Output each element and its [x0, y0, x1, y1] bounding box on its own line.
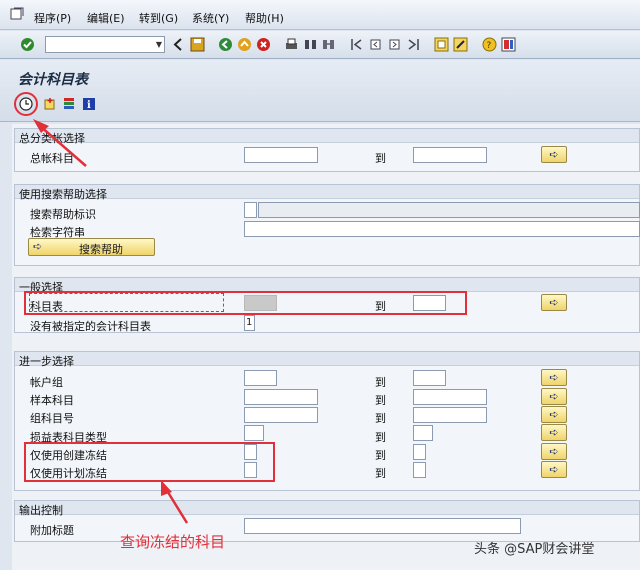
pl-statement-account-type-multiple-selection-button[interactable]: ➪	[541, 424, 567, 441]
back-icon[interactable]	[171, 37, 186, 52]
group-account-number-label: 组科目号	[30, 412, 74, 425]
search-help-id-description	[258, 202, 640, 218]
command-field[interactable]: ▼	[45, 36, 165, 53]
info-icon[interactable]: i	[82, 97, 96, 111]
search-help-id-input[interactable]	[244, 202, 257, 218]
account-group-to-label: 到	[375, 376, 386, 389]
variant-icon[interactable]	[43, 97, 57, 111]
group-title: 进一步选择	[19, 355, 74, 368]
new-session-icon[interactable]	[434, 37, 449, 52]
prev-page-icon[interactable]	[368, 37, 383, 52]
account-group-from-input[interactable]	[244, 370, 277, 386]
watermark: 头条 @SAP财会讲堂	[474, 542, 595, 557]
group-title: 使用搜索帮助选择	[19, 188, 107, 201]
group-account-number-from-input[interactable]	[244, 407, 318, 423]
gl-account-multiple-selection-button[interactable]: ➪	[541, 146, 567, 163]
gl-account-to-input[interactable]	[413, 147, 487, 163]
search-help-button-label: 搜索帮助	[79, 243, 123, 256]
menu-edit[interactable]: 编辑(E)	[87, 10, 125, 26]
page-title: 会计科目表	[18, 72, 88, 88]
account-group-multiple-selection-button[interactable]: ➪	[541, 369, 567, 386]
blocked-for-creation-multiple-selection-button[interactable]: ➪	[541, 443, 567, 460]
blocked-for-planning-to-label: 到	[375, 467, 386, 480]
sample-account-to-label: 到	[375, 394, 386, 407]
search-help-id-label: 搜索帮助标识	[30, 208, 96, 221]
account-group-label: 帐户组	[30, 376, 63, 389]
blocked-for-creation-to-input[interactable]	[413, 444, 426, 460]
title-area: 会计科目表	[0, 60, 640, 122]
find-next-icon[interactable]	[321, 37, 336, 52]
exit-icon[interactable]	[237, 37, 252, 52]
additional-heading-input[interactable]	[244, 518, 521, 534]
menu-help[interactable]: 帮助(H)	[245, 10, 284, 26]
blocked-for-planning-multiple-selection-button[interactable]: ➪	[541, 461, 567, 478]
group-header	[15, 185, 639, 199]
sample-account-multiple-selection-button[interactable]: ➪	[541, 388, 567, 405]
search-string-input[interactable]	[244, 221, 640, 237]
gl-account-to-label: 到	[375, 152, 386, 165]
system-toolbar: ▼ ?	[0, 31, 640, 59]
group-account-number-multiple-selection-button[interactable]: ➪	[541, 406, 567, 423]
group-header	[15, 129, 639, 143]
pl-statement-account-type-to-input[interactable]	[413, 425, 433, 441]
selection-options-icon[interactable]	[62, 97, 76, 111]
account-group-to-input[interactable]	[413, 370, 446, 386]
group-header	[15, 501, 639, 515]
gl-account-label: 总帐科目	[30, 152, 74, 165]
menu-goto[interactable]: 转到(G)	[139, 10, 178, 26]
sample-account-label: 样本科目	[30, 394, 74, 407]
nav-back-icon[interactable]	[218, 37, 233, 52]
chart-of-accounts-multiple-selection-button[interactable]: ➪	[541, 294, 567, 311]
dropdown-arrow-icon[interactable]: ▼	[156, 40, 162, 49]
blocked-for-planning-to-input[interactable]	[413, 462, 426, 478]
svg-text:i: i	[87, 100, 91, 111]
shortcut-icon[interactable]	[453, 37, 468, 52]
layout-icon[interactable]	[501, 37, 516, 52]
first-page-icon[interactable]	[349, 37, 364, 52]
blocked-for-creation-to-label: 到	[375, 449, 386, 462]
group-title: 输出控制	[19, 504, 63, 517]
group-header	[15, 352, 639, 366]
coa-label-dashed-box	[29, 293, 224, 312]
sample-account-from-input[interactable]	[244, 389, 318, 405]
svg-text:?: ?	[487, 41, 492, 51]
find-icon[interactable]	[303, 37, 318, 52]
group-header	[15, 278, 639, 292]
check-icon[interactable]	[20, 37, 35, 52]
gl-account-from-input[interactable]	[244, 147, 318, 163]
menu-program[interactable]: 程序(P)	[34, 10, 71, 26]
execute-highlight-circle	[14, 92, 38, 116]
blocked-flags-highlight-box	[24, 442, 275, 482]
unassigned-coa-input[interactable]: 1	[244, 315, 255, 331]
last-page-icon[interactable]	[406, 37, 421, 52]
group-account-number-to-input[interactable]	[413, 407, 487, 423]
cancel-icon[interactable]	[256, 37, 271, 52]
group-title: 总分类帐选择	[19, 132, 85, 145]
pl-statement-account-type-to-label: 到	[375, 431, 386, 444]
menu-bar: 程序(P) 编辑(E) 转到(G) 系统(Y) 帮助(H)	[0, 0, 640, 30]
next-page-icon[interactable]	[387, 37, 402, 52]
menu-window-icon[interactable]	[10, 7, 24, 21]
menu-system[interactable]: 系统(Y)	[192, 10, 229, 26]
save-icon[interactable]	[190, 37, 205, 52]
unassigned-coa-label: 没有被指定的会计科目表	[30, 320, 151, 333]
annotation-query-blocked-accounts: 查询冻结的科目	[120, 533, 226, 551]
print-icon[interactable]	[284, 37, 299, 52]
search-help-button[interactable]: ➪ 搜索帮助	[28, 238, 155, 256]
additional-heading-label: 附加标题	[30, 524, 74, 537]
help-icon[interactable]: ?	[482, 37, 497, 52]
group-account-number-to-label: 到	[375, 412, 386, 425]
pl-statement-account-type-from-input[interactable]	[244, 425, 264, 441]
sample-account-to-input[interactable]	[413, 389, 487, 405]
arrow-right-icon: ➪	[33, 240, 43, 253]
